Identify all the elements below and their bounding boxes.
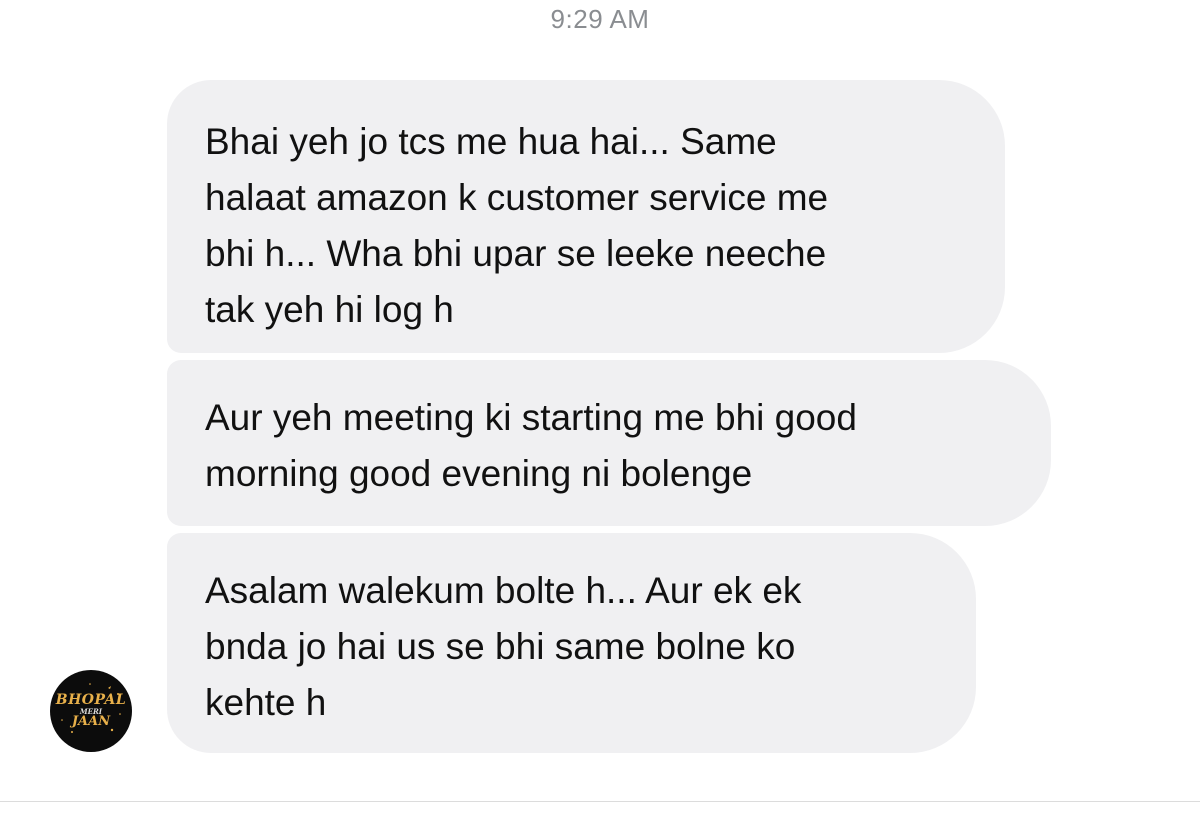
avatar-logo-line3: JAAN bbox=[71, 714, 111, 729]
sender-avatar[interactable]: BHOPAL MERI JAAN bbox=[50, 670, 132, 752]
bottom-divider bbox=[0, 801, 1200, 802]
message-timestamp: 9:29 AM bbox=[550, 4, 650, 34]
message-bubble[interactable]: Aur yeh meeting ki starting me bhi good … bbox=[167, 360, 1051, 526]
message-bubble[interactable]: Bhai yeh jo tcs me hua hai... Same halaa… bbox=[167, 80, 1005, 353]
avatar-logo-line1: BHOPAL bbox=[55, 692, 127, 708]
message-bubble[interactable]: Asalam walekum bolte h... Aur ek ek bnda… bbox=[167, 533, 976, 753]
